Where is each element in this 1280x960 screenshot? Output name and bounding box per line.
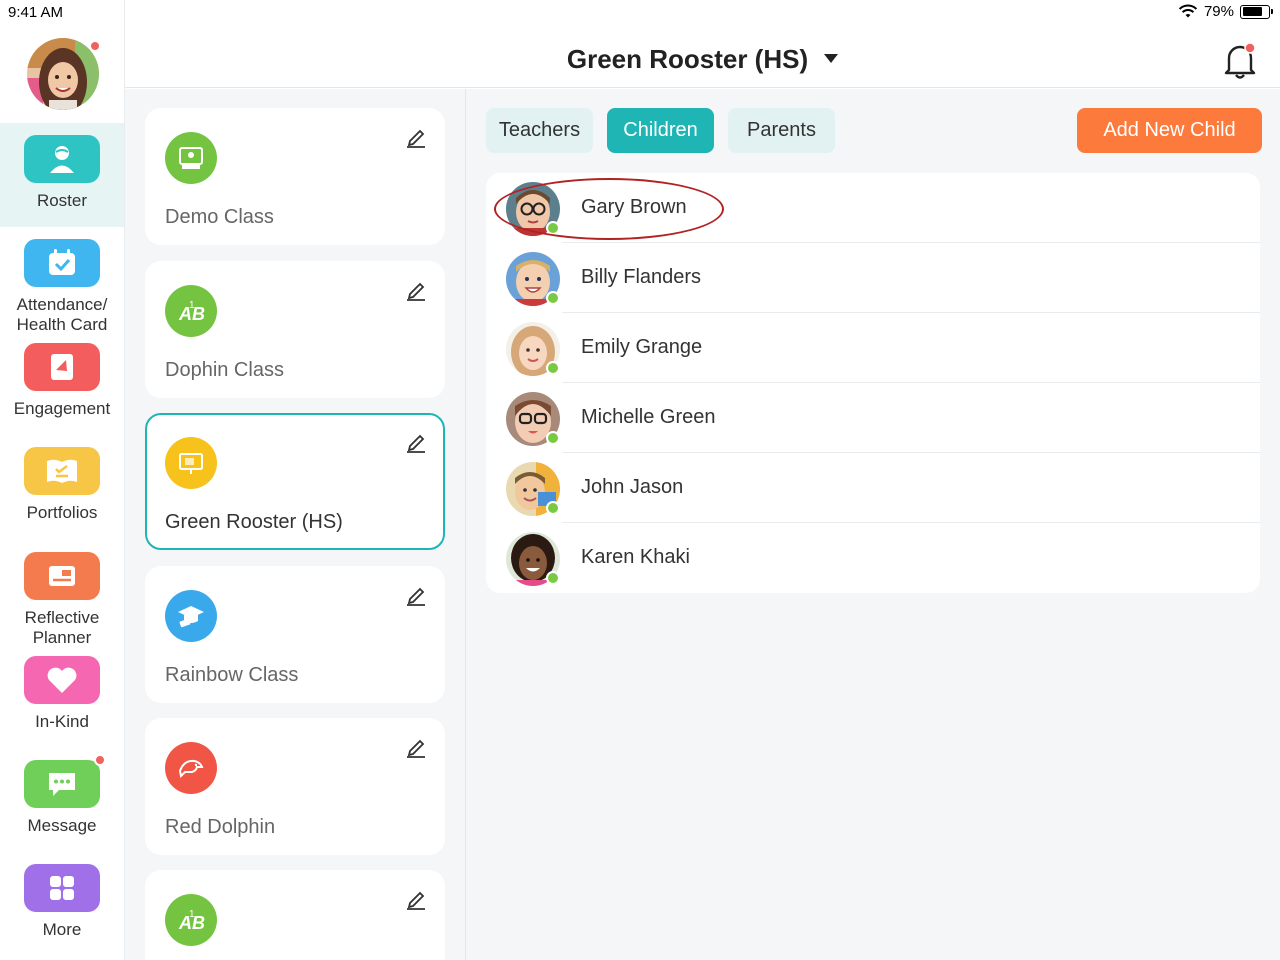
edit-icon[interactable] — [405, 279, 427, 301]
child-name: Karen Khaki — [581, 546, 690, 568]
sidebar-item-in-kind[interactable]: In-Kind — [0, 656, 124, 732]
online-status-icon — [546, 361, 560, 375]
sidebar-item-label: Reflective Planner — [24, 608, 100, 647]
list-item[interactable]: Gary Brown — [486, 173, 1260, 243]
online-status-icon — [546, 501, 560, 515]
sidebar-item-attendance[interactable]: Attendance/ Health Card — [0, 239, 124, 335]
class-name: Rainbow Class — [165, 664, 299, 686]
child-name: Billy Flanders — [581, 266, 702, 288]
sidebar-item-reflective-planner[interactable]: Reflective Planner — [0, 552, 124, 648]
sidebar-item-label: Portfolios — [26, 503, 98, 522]
roster-panel: Teachers Children Parents Add New Child … — [466, 89, 1280, 960]
sidebar-item-more[interactable]: More — [0, 864, 124, 940]
sidebar: Roster Attendance/ Health Card Engagemen… — [0, 0, 125, 960]
class-name: Demo Class — [165, 206, 274, 228]
board-icon — [165, 437, 217, 489]
planner-icon — [24, 552, 100, 600]
sidebar-item-label: Attendance/ Health Card — [16, 295, 108, 334]
online-status-icon — [546, 431, 560, 445]
class-name: Green Rooster (HS) — [165, 511, 343, 533]
class-name: Dophin Class — [165, 359, 284, 381]
class-card-dophin[interactable]: AB 1 Dophin Class — [145, 261, 445, 398]
chevron-down-icon — [824, 53, 839, 63]
sidebar-item-label: In-Kind — [35, 712, 89, 731]
sidebar-item-portfolios[interactable]: Portfolios — [0, 447, 124, 523]
page-title: Green Rooster (HS) — [566, 44, 809, 74]
class-card-rainbow[interactable]: Rainbow Class — [145, 566, 445, 703]
bell-icon[interactable] — [1220, 40, 1260, 80]
highlight-annotation — [494, 178, 724, 240]
grid-icon — [24, 864, 100, 912]
sidebar-item-message[interactable]: Message — [0, 754, 124, 836]
tab-teachers[interactable]: Teachers — [486, 108, 593, 153]
edit-icon[interactable] — [405, 431, 427, 453]
online-status-icon — [546, 571, 560, 585]
class-card-partial[interactable]: AB 1 — [145, 870, 445, 960]
child-name: Michelle Green — [581, 406, 716, 428]
class-name: Red Dolphin — [165, 816, 276, 838]
sidebar-item-label: Roster — [36, 191, 88, 210]
abc-icon: AB 1 — [165, 285, 217, 337]
tab-parents[interactable]: Parents — [728, 108, 835, 153]
list-item[interactable]: John Jason — [486, 453, 1260, 523]
portfolio-icon — [24, 447, 100, 495]
sidebar-item-label: More — [42, 920, 82, 939]
calendar-check-icon — [24, 239, 100, 287]
class-list: Demo Class AB 1 Dophin Class Green Rooste… — [125, 89, 466, 960]
message-icon — [24, 754, 106, 808]
edit-icon[interactable] — [405, 584, 427, 606]
class-selector[interactable]: Green Rooster (HS) — [125, 44, 1280, 75]
wifi-icon — [1178, 4, 1198, 18]
child-name: Emily Grange — [581, 336, 703, 358]
roster-icon — [24, 135, 100, 183]
list-item[interactable]: Michelle Green — [486, 383, 1260, 453]
child-name: John Jason — [581, 476, 684, 498]
sidebar-item-label: Engagement — [13, 399, 111, 418]
svg-text:1: 1 — [189, 909, 195, 920]
battery-percent: 79% — [1203, 3, 1234, 20]
demo-class-icon — [165, 132, 217, 184]
edit-icon[interactable] — [405, 736, 427, 758]
class-card-demo[interactable]: Demo Class — [145, 108, 445, 245]
abc-icon: AB 1 — [165, 894, 217, 946]
sidebar-item-engagement[interactable]: Engagement — [0, 343, 124, 419]
class-card-red-dolphin[interactable]: Red Dolphin — [145, 718, 445, 855]
list-item[interactable]: Karen Khaki — [486, 523, 1260, 593]
engagement-icon — [24, 343, 100, 391]
graduation-icon — [165, 590, 217, 642]
notification-dot — [94, 754, 106, 766]
notification-dot — [89, 40, 101, 52]
edit-icon[interactable] — [405, 888, 427, 910]
dolphin-icon — [165, 742, 217, 794]
online-status-icon — [546, 291, 560, 305]
list-item[interactable]: Emily Grange — [486, 313, 1260, 383]
battery-icon — [1240, 4, 1273, 19]
children-list: Gary Brown Billy Flanders Emily Grange M… — [486, 173, 1260, 593]
list-item[interactable]: Billy Flanders — [486, 243, 1260, 313]
status-time: 9:41 AM — [8, 4, 64, 21]
add-new-child-button[interactable]: Add New Child — [1077, 108, 1262, 153]
heart-icon — [24, 656, 100, 704]
edit-icon[interactable] — [405, 126, 427, 148]
class-card-green-rooster[interactable]: Green Rooster (HS) — [145, 413, 445, 550]
sidebar-item-label: Message — [27, 816, 97, 835]
status-bar: 9:41 AM 79% — [0, 0, 1280, 26]
sidebar-item-roster[interactable]: Roster — [0, 123, 124, 227]
tab-children[interactable]: Children — [607, 108, 714, 153]
svg-text:1: 1 — [189, 300, 195, 311]
user-avatar[interactable] — [27, 38, 101, 110]
